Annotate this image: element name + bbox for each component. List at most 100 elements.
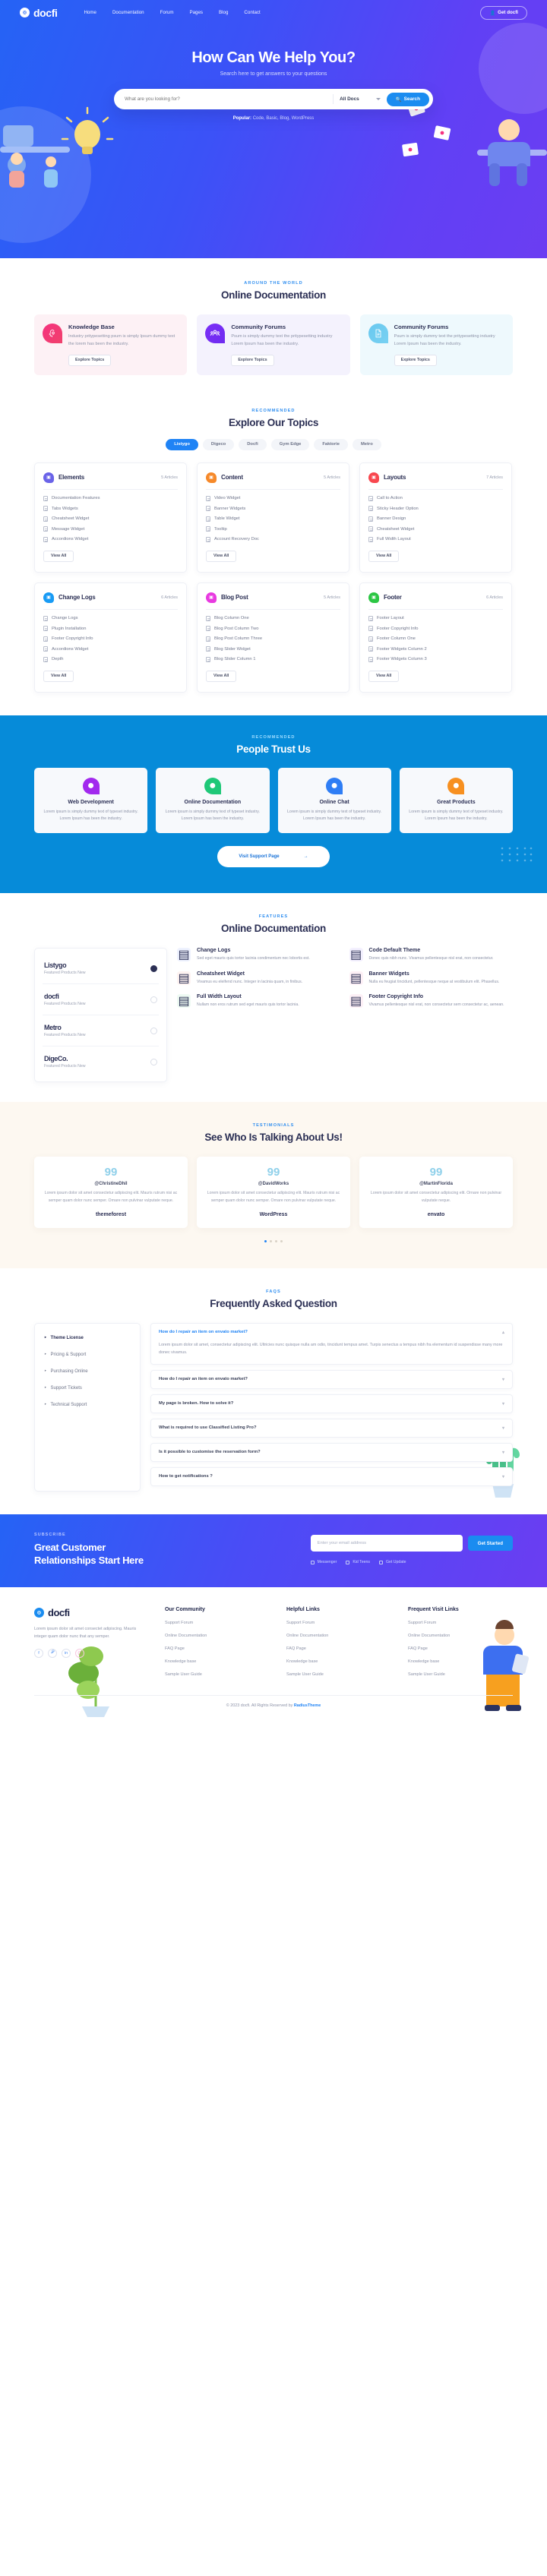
- tab-docfi[interactable]: Docfi: [239, 438, 267, 450]
- topic-list-item[interactable]: Footer Column One: [368, 636, 503, 642]
- view-all-button[interactable]: View All: [368, 550, 400, 562]
- popular-items[interactable]: Code, Basic, Blog, WordPress: [253, 116, 315, 121]
- checkbox-get-update[interactable]: Get Update: [379, 1560, 406, 1564]
- radio-icon[interactable]: [150, 1058, 157, 1065]
- footer-link[interactable]: Online Documentation: [165, 1634, 270, 1638]
- dot-4[interactable]: [280, 1239, 283, 1242]
- tab-metro[interactable]: Metro: [352, 438, 381, 450]
- search-input[interactable]: [125, 96, 327, 102]
- faq-question[interactable]: My page is broken. How to solve it? ▾: [151, 1395, 512, 1413]
- feature-product-item[interactable]: Metro Featured Products New: [43, 1015, 159, 1047]
- faq-category[interactable]: ‣ Pricing & Support: [42, 1346, 133, 1363]
- checkbox-icon[interactable]: [346, 1560, 350, 1564]
- facebook-icon[interactable]: f: [34, 1648, 43, 1658]
- visit-support-page-button[interactable]: Visit Support Page →: [217, 846, 330, 868]
- checkbox-kid-teens[interactable]: Kid Teens: [346, 1560, 370, 1564]
- tab-digeco[interactable]: Digeco: [202, 438, 235, 450]
- topic-card[interactable]: ▣ Footer 6 Articles Footer Layout Footer…: [359, 582, 512, 693]
- footer-link[interactable]: Support Forum: [165, 1621, 270, 1625]
- feature-item[interactable]: ▤ Banner Widgets Nulla eu feugiat tincid…: [349, 971, 514, 986]
- email-field[interactable]: Enter your email address: [310, 1535, 463, 1552]
- footer-link[interactable]: FAQ Page: [286, 1646, 391, 1651]
- hero-search-bar[interactable]: All Docs 🔍 Search: [114, 89, 433, 109]
- faq-item[interactable]: What is required to use Classified Listi…: [150, 1418, 513, 1438]
- view-all-button[interactable]: View All: [43, 550, 74, 562]
- footer-link[interactable]: Online Documentation: [286, 1634, 391, 1638]
- feature-product-item[interactable]: Listygo Featured Products New: [43, 953, 159, 985]
- topic-list-item[interactable]: Plugin Installation: [43, 626, 178, 632]
- nav-item-forum[interactable]: Forum: [160, 10, 174, 15]
- topic-card[interactable]: ▣ Blog Post 5 Articles Blog Column One B…: [197, 582, 349, 693]
- topic-list-item[interactable]: Footer Layout: [368, 615, 503, 621]
- faq-question[interactable]: How do I repair an item on envato market…: [151, 1371, 512, 1388]
- faq-item[interactable]: Is it possible to customise the reservat…: [150, 1442, 513, 1462]
- topic-list-item[interactable]: Footer Copyright Info: [43, 636, 178, 642]
- faq-question[interactable]: What is required to use Classified Listi…: [151, 1419, 512, 1437]
- checkbox-messenger[interactable]: Messenger: [310, 1560, 337, 1564]
- nav-item-documentation[interactable]: Documentation: [112, 10, 144, 15]
- view-all-button[interactable]: View All: [43, 670, 74, 682]
- info-card-community-forums-2[interactable]: Community Forums Psum is simply dummy te…: [359, 314, 513, 375]
- faq-category[interactable]: ‣ Purchasing Online: [42, 1363, 133, 1380]
- instagram-icon[interactable]: ▢: [75, 1648, 84, 1658]
- topic-list-item[interactable]: Blog Slider Widget: [206, 646, 340, 652]
- view-all-button[interactable]: View All: [206, 670, 237, 682]
- tab-faktorie[interactable]: Faktorie: [314, 438, 348, 450]
- feature-item[interactable]: ▤ Footer Copyright Info Vivamus pellente…: [349, 994, 514, 1009]
- footer-link[interactable]: Support Forum: [286, 1621, 391, 1625]
- faq-category[interactable]: ‣ Technical Support: [42, 1397, 133, 1413]
- footer-link[interactable]: Online Documentation: [408, 1634, 513, 1638]
- chevron-up-icon[interactable]: ▴: [502, 1330, 504, 1335]
- topic-list-item[interactable]: Documentation Features: [43, 495, 178, 501]
- topic-list-item[interactable]: Tooltip: [206, 526, 340, 532]
- footer-link[interactable]: Sample User Guide: [165, 1672, 270, 1677]
- faq-item[interactable]: How do I repair an item on envato market…: [150, 1369, 513, 1389]
- chevron-down-icon[interactable]: ▾: [502, 1401, 504, 1406]
- topic-list-item[interactable]: Cheatsheet Widget: [43, 516, 178, 522]
- chevron-down-icon[interactable]: ▾: [502, 1377, 504, 1382]
- topic-list-item[interactable]: Sticky Header Option: [368, 506, 503, 512]
- topic-list-item[interactable]: Accordions Widget: [43, 646, 178, 652]
- faq-item[interactable]: How do I repair an item on envato market…: [150, 1322, 513, 1365]
- footer-logo[interactable]: ◎ docfi: [34, 1607, 148, 1618]
- radio-icon[interactable]: [150, 996, 157, 1003]
- dot-1[interactable]: [264, 1239, 267, 1242]
- view-all-button[interactable]: View All: [206, 550, 237, 562]
- topic-list-item[interactable]: Video Widget: [206, 495, 340, 501]
- chevron-down-icon[interactable]: ▾: [502, 1450, 504, 1455]
- linkedin-icon[interactable]: in: [62, 1648, 71, 1658]
- checkbox-icon[interactable]: [379, 1560, 383, 1564]
- faq-question[interactable]: How to get notifications ? ▾: [151, 1468, 512, 1485]
- get-docfi-button[interactable]: 👤 Get docfi: [480, 5, 527, 20]
- search-button[interactable]: 🔍 Search: [386, 92, 429, 106]
- topic-list-item[interactable]: Footer Widgets Column 2: [368, 646, 503, 652]
- footer-link[interactable]: Knowledge base: [165, 1659, 270, 1664]
- radio-icon[interactable]: [150, 1027, 157, 1034]
- brand-logo[interactable]: ◎ docfi: [20, 7, 58, 19]
- faq-category[interactable]: ‣ Support Tickets: [42, 1380, 133, 1397]
- topic-list-item[interactable]: Blog Post Column Two: [206, 626, 340, 632]
- testimonial-pagination-dots[interactable]: [34, 1239, 513, 1242]
- nav-item-pages[interactable]: Pages: [189, 10, 203, 15]
- topic-list-item[interactable]: Blog Slider Column 1: [206, 656, 340, 662]
- footer-link[interactable]: FAQ Page: [408, 1646, 513, 1651]
- twitter-icon[interactable]: 𝒫: [48, 1648, 57, 1658]
- topic-list-item[interactable]: Full Width Layout: [368, 536, 503, 542]
- view-all-button[interactable]: View All: [368, 670, 400, 682]
- nav-item-home[interactable]: Home: [84, 10, 96, 15]
- faq-category[interactable]: ‣ Theme License: [42, 1330, 133, 1346]
- footer-link[interactable]: Knowledge base: [408, 1659, 513, 1664]
- feature-product-item[interactable]: DigeCo. Featured Products New: [43, 1046, 159, 1077]
- topic-card[interactable]: ▣ Elements 5 Articles Documentation Feat…: [34, 462, 187, 573]
- footer-link[interactable]: FAQ Page: [165, 1646, 270, 1651]
- tab-listygo[interactable]: Listygo: [166, 438, 198, 450]
- footer-link[interactable]: Sample User Guide: [286, 1672, 391, 1677]
- topic-card[interactable]: ▣ Content 5 Articles Video Widget Banner…: [197, 462, 349, 573]
- topic-list-item[interactable]: Message Widget: [43, 526, 178, 532]
- get-started-button[interactable]: Get Started: [467, 1536, 513, 1552]
- faq-question[interactable]: Is it possible to customise the reservat…: [151, 1444, 512, 1461]
- feature-item[interactable]: ▤ Code Default Theme Donec quis nibh nun…: [349, 948, 514, 962]
- info-card-knowledge-base[interactable]: Knowledge Base Industry pritypesetting p…: [34, 314, 188, 375]
- topic-list-item[interactable]: Banner Design: [368, 516, 503, 522]
- faq-item[interactable]: My page is broken. How to solve it? ▾: [150, 1394, 513, 1413]
